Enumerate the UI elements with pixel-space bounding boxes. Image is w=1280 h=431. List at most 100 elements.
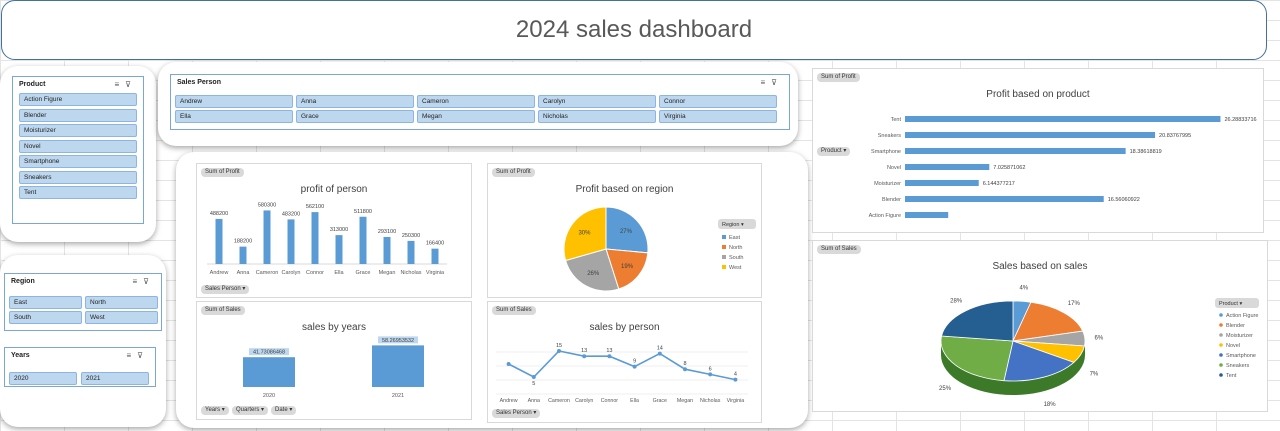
clear-filter-icon[interactable]: ⊽ xyxy=(771,78,783,87)
bar-blender xyxy=(905,196,1104,202)
data-label: 6 xyxy=(709,366,712,372)
x-tick-label: Carolyn xyxy=(575,398,593,404)
filter-button-sales-person[interactable]: Sales Person ▾ xyxy=(492,409,541,418)
x-tick-label: Nicholas xyxy=(400,270,421,276)
data-label: 488200 xyxy=(210,211,228,217)
slicer-item-blender[interactable]: Blender xyxy=(19,108,137,122)
data-label: 483200 xyxy=(282,211,300,217)
data-label: 15 xyxy=(556,343,562,349)
y-tick-label: Blender xyxy=(882,197,901,203)
data-label: 13 xyxy=(606,348,612,354)
point-connor xyxy=(607,354,612,359)
multi-select-icon[interactable]: ≡ xyxy=(760,78,771,87)
x-tick-label: Andrew xyxy=(210,270,229,276)
data-label: 30% xyxy=(578,231,591,237)
multi-select-icon[interactable]: ≡ xyxy=(126,351,137,360)
legend-label-north: North xyxy=(729,245,742,251)
slicer-item-tent[interactable]: Tent xyxy=(19,186,137,199)
slicer-item-ella[interactable]: Ella xyxy=(175,110,293,123)
bar-novel xyxy=(905,164,990,170)
x-tick-label: Connor xyxy=(601,398,619,404)
data-label: 16.56060922 xyxy=(1108,197,1140,203)
salesperson-slicer-header: Sales Person xyxy=(177,79,221,86)
bar-carolyn xyxy=(287,219,295,264)
data-label: 20.83767995 xyxy=(1159,133,1191,139)
dashboard-title: 2024 sales dashboard xyxy=(1,0,1267,60)
filter-button-date[interactable]: Date ▾ xyxy=(271,406,297,415)
bar-2021 xyxy=(372,345,424,387)
sales-by-person-chart[interactable]: Sum of Sales sales by person Andrew 5 Anna… xyxy=(487,301,762,423)
sales-by-years-chart[interactable]: Sum of Sales sales by years 41.73086468 2… xyxy=(196,301,472,420)
slicer-item-south[interactable]: South xyxy=(9,311,82,324)
legend-label-east: East xyxy=(729,235,740,241)
y-tick-label: Novel xyxy=(887,165,901,171)
slicer-item-action-figure[interactable]: Action Figure xyxy=(19,93,137,106)
x-tick-label: 2021 xyxy=(392,393,404,399)
profit-based-on-region-chart[interactable]: Sum of Profit Profit based on region 27%… xyxy=(487,163,762,298)
slicer-controls[interactable]: ≡⊽ xyxy=(114,80,137,89)
filter-button-sales-person[interactable]: Sales Person ▾ xyxy=(201,285,250,294)
profit-based-on-region-plot: 27% 19% 26% 30% Region ▾ East North South West xyxy=(563,206,756,292)
multi-select-icon[interactable]: ≡ xyxy=(132,277,143,286)
multi-select-icon[interactable]: ≡ xyxy=(114,80,125,89)
data-label: 18.38618819 xyxy=(1130,149,1162,155)
data-label: 8 xyxy=(683,361,686,367)
slicer-item-east[interactable]: East xyxy=(9,296,82,309)
profit-of-person-chart[interactable]: Sum of Profit profit of person 488200 And… xyxy=(196,163,472,298)
legend-swatch-west xyxy=(722,265,726,269)
years-slicer: Years ≡⊽ 2020 2021 xyxy=(4,347,156,387)
data-label: 4 xyxy=(734,372,737,378)
slicer-item-andrew[interactable]: Andrew xyxy=(175,95,293,108)
profit-based-on-product-chart[interactable]: Sum of Profit Profit based on product Te… xyxy=(812,68,1264,233)
slicer-item-megan[interactable]: Megan xyxy=(417,110,535,123)
legend-swatch-north xyxy=(722,245,726,249)
slicer-controls[interactable]: ≡⊽ xyxy=(126,351,149,360)
slicer-item-virginia[interactable]: Virginia xyxy=(659,110,777,123)
slicer-item-carolyn[interactable]: Carolyn xyxy=(538,95,656,108)
region-slicer: Region ≡⊽ East North South West xyxy=(4,273,162,331)
clear-filter-icon[interactable]: ⊽ xyxy=(137,351,149,360)
slicer-item-smartphone[interactable]: Smartphone xyxy=(19,155,137,168)
slicer-item-connor[interactable]: Connor xyxy=(659,95,777,108)
point-nicholas xyxy=(708,372,713,377)
x-tick-label: Connor xyxy=(306,270,324,276)
clear-filter-icon[interactable]: ⊽ xyxy=(143,277,155,286)
slicer-item-north[interactable]: North xyxy=(85,296,158,309)
slicer-item-grace[interactable]: Grace xyxy=(296,110,414,123)
slicer-controls[interactable]: ≡⊽ xyxy=(760,78,783,87)
data-label: 26.28833716 xyxy=(1224,117,1256,123)
legend-swatch-action-figure xyxy=(1219,313,1223,317)
filter-button-years[interactable]: Years ▾ xyxy=(201,406,229,415)
slicer-item-moisturizer[interactable]: Moisturizer xyxy=(19,124,137,137)
slicer-item-nicholas[interactable]: Nicholas xyxy=(538,110,656,123)
sales-based-on-sales-chart[interactable]: Sum of Sales Sales based on sales 4% 17% 6… xyxy=(812,240,1268,412)
data-label: 6.144377217 xyxy=(983,181,1015,187)
slicer-item-2020[interactable]: 2020 xyxy=(9,372,77,385)
filter-button-product[interactable]: Product ▾ xyxy=(817,147,851,156)
data-label: 562100 xyxy=(306,204,324,210)
bar-megan xyxy=(383,236,391,264)
y-tick-label: Action Figure xyxy=(869,213,901,219)
slicer-item-2021[interactable]: 2021 xyxy=(81,372,149,385)
slicer-item-west[interactable]: West xyxy=(85,311,158,324)
slicer-item-cameron[interactable]: Cameron xyxy=(417,95,535,108)
slicer-item-sneakers[interactable]: Sneakers xyxy=(19,170,137,184)
point-megan xyxy=(683,367,687,372)
y-tick-label: Tent xyxy=(891,117,902,123)
legend-label-action-figure: Action Figure xyxy=(1226,313,1258,319)
x-tick-label: Nicholas xyxy=(700,398,721,404)
x-tick-label: Andrew xyxy=(500,398,518,404)
region-years-panel: Region ≡⊽ East North South West Years ≡⊽ 20… xyxy=(0,255,166,427)
point-ella xyxy=(632,364,637,369)
clear-filter-icon[interactable]: ⊽ xyxy=(125,80,137,89)
legend-swatch-sneakers xyxy=(1219,363,1223,367)
slicer-item-novel[interactable]: Novel xyxy=(19,139,137,153)
sales-by-person-plot: Andrew 5 Anna 15 Cameron 13 Carolyn 13 Connor 9 El… xyxy=(496,343,748,404)
x-tick-label: Grace xyxy=(653,398,667,404)
filter-button-quarters[interactable]: Quarters ▾ xyxy=(232,406,269,415)
slicer-controls[interactable]: ≡⊽ xyxy=(132,277,155,286)
slicer-item-anna[interactable]: Anna xyxy=(296,95,414,108)
data-label: 19% xyxy=(621,264,634,270)
point-carolyn xyxy=(582,354,587,359)
data-label: 4% xyxy=(1019,285,1028,291)
